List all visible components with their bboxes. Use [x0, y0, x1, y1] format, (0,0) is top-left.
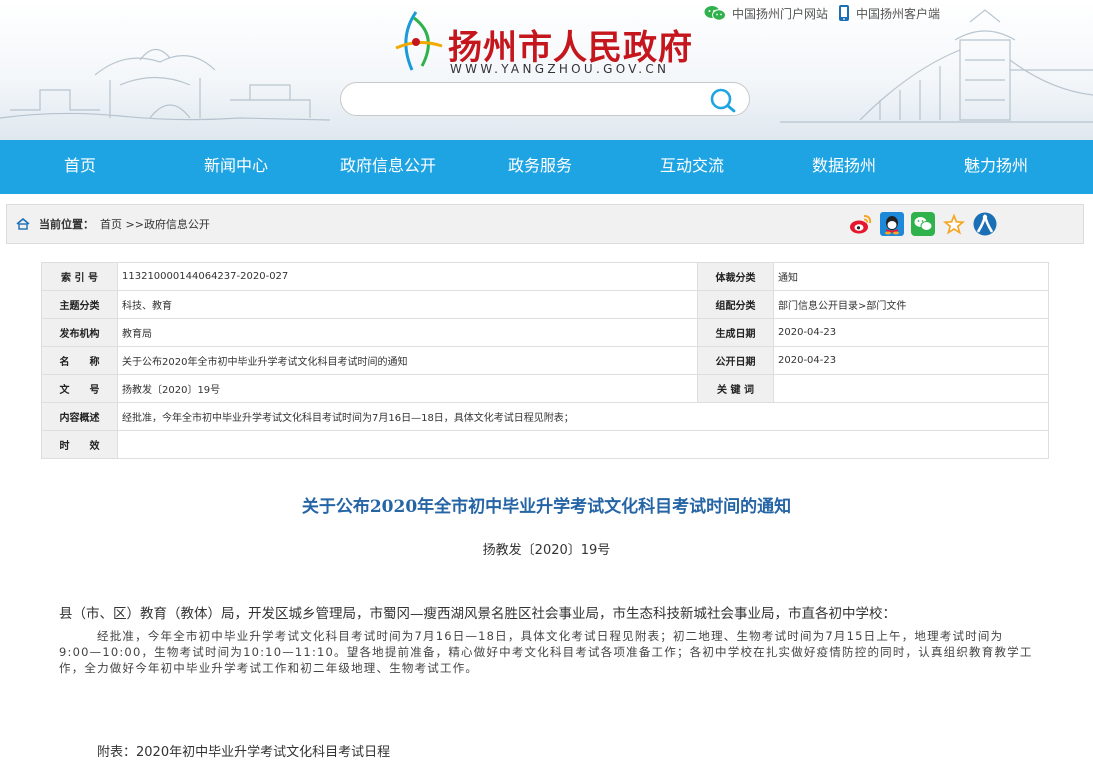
meta-validity-value: [117, 430, 1049, 459]
breadcrumb-label: 当前位置：: [39, 218, 94, 231]
meta-genre-label: 体裁分类: [697, 262, 774, 291]
breadcrumb: 当前位置： 首页 >>政府信息公开: [6, 204, 1084, 244]
table-row: 文 号 扬教发〔2020〕19号 关 键 词: [41, 374, 1049, 403]
meta-index-label: 索 引 号: [41, 262, 118, 291]
meta-created-value: 2020-04-23: [773, 318, 1049, 347]
meta-name-label: 名 称: [41, 346, 118, 375]
portal-link-label: 中国扬州门户网站: [732, 6, 829, 21]
meta-group-value: 部门信息公开目录>部门文件: [773, 290, 1049, 319]
table-row: 发布机构 教育局 生成日期 2020-04-23: [41, 318, 1049, 347]
meta-public-label: 公开日期: [697, 346, 774, 375]
meta-keyword-label: 关 键 词: [697, 374, 774, 403]
breadcrumb-separator: >>: [125, 218, 144, 231]
document-metadata-table: 索 引 号 113210000144064237-2020-027 体裁分类 通…: [41, 262, 1049, 459]
mobile-phone-icon: [839, 5, 850, 21]
attachment-link[interactable]: 附表：2020年初中毕业升学考试文化科目考试日程: [97, 741, 390, 760]
nav-info-disclosure[interactable]: 政府信息公开: [312, 140, 464, 194]
breadcrumb-path: 首页 >>政府信息公开: [100, 216, 210, 232]
meta-keyword-value: [773, 374, 1049, 403]
favorite-star-icon[interactable]: [942, 212, 966, 236]
nav-home[interactable]: 首页: [0, 140, 160, 194]
table-row: 内容概述 经批准，今年全市初中毕业升学考试文化科目考试时间为7月16日—18日，…: [41, 402, 1049, 431]
top-links: 中国扬州门户网站 中国扬州客户端: [704, 4, 950, 22]
nav-data[interactable]: 数据扬州: [768, 140, 920, 194]
nav-charm[interactable]: 魅力扬州: [920, 140, 1072, 194]
meta-index-value: 113210000144064237-2020-027: [117, 262, 698, 291]
table-row: 时 效: [41, 430, 1049, 459]
table-row: 主题分类 科技、教育 组配分类 部门信息公开目录>部门文件: [41, 290, 1049, 319]
share-bar: [849, 212, 1004, 236]
wechat-icon: [704, 6, 726, 21]
meta-org-label: 发布机构: [41, 318, 118, 347]
breadcrumb-info-disclosure[interactable]: 政府信息公开: [144, 218, 210, 231]
nav-services[interactable]: 政务服务: [464, 140, 616, 194]
renren-icon[interactable]: [973, 212, 997, 236]
city-emblem-icon: [395, 11, 443, 71]
article-addressee: 县（市、区）教育（教体）局，开发区城乡管理局，市蜀冈—瘦西湖风景名胜区社会事业局…: [59, 606, 896, 622]
meta-created-label: 生成日期: [697, 318, 774, 347]
main-nav: 首页 新闻中心 政府信息公开 政务服务 互动交流 数据扬州 魅力扬州: [0, 140, 1093, 194]
meta-genre-value: 通知: [773, 262, 1049, 291]
app-link[interactable]: 中国扬州客户端: [838, 4, 940, 22]
article-doc-number: 扬教发〔2020〕19号: [482, 543, 611, 558]
site-header: 扬州市人民政府 WWW.YANGZHOU.GOV.CN 中国扬州门户网站 中国扬…: [0, 0, 1093, 140]
table-row: 索 引 号 113210000144064237-2020-027 体裁分类 通…: [41, 262, 1049, 291]
meta-docno-label: 文 号: [41, 374, 118, 403]
site-logo[interactable]: 扬州市人民政府 WWW.YANGZHOU.GOV.CN: [388, 8, 708, 76]
portal-link[interactable]: 中国扬州门户网站: [704, 5, 828, 22]
meta-validity-label: 时 效: [41, 430, 118, 459]
meta-org-value: 教育局: [117, 318, 698, 347]
meta-summary-value: 经批准，今年全市初中毕业升学考试文化科目考试时间为7月16日—18日，具体文化考…: [117, 402, 1049, 431]
breadcrumb-home[interactable]: 首页: [100, 218, 122, 231]
app-link-label: 中国扬州客户端: [856, 6, 941, 21]
meta-docno-value: 扬教发〔2020〕19号: [117, 374, 698, 403]
home-icon: [16, 218, 30, 230]
nav-news[interactable]: 新闻中心: [160, 140, 312, 194]
table-row: 名 称 关于公布2020年全市初中毕业升学考试文化科目考试时间的通知 公开日期 …: [41, 346, 1049, 375]
meta-topic-value: 科技、教育: [117, 290, 698, 319]
meta-topic-label: 主题分类: [41, 290, 118, 319]
meta-name-value: 关于公布2020年全市初中毕业升学考试文化科目考试时间的通知: [117, 346, 698, 375]
meta-summary-label: 内容概述: [41, 402, 118, 431]
meta-group-label: 组配分类: [697, 290, 774, 319]
search-input[interactable]: [357, 89, 697, 111]
search-box: [340, 82, 750, 116]
article-title: 关于公布2020年全市初中毕业升学考试文化科目考试时间的通知: [301, 497, 792, 517]
qq-icon[interactable]: [880, 212, 904, 236]
meta-public-value: 2020-04-23: [773, 346, 1049, 375]
site-url: WWW.YANGZHOU.GOV.CN: [450, 62, 670, 76]
search-icon[interactable]: [709, 87, 737, 113]
weibo-icon[interactable]: [849, 212, 873, 236]
article-body: 经批准，今年全市初中毕业升学考试文化科目考试时间为7月16日—18日，具体文化考…: [59, 629, 1033, 675]
nav-interaction[interactable]: 互动交流: [616, 140, 768, 194]
wechat-share-icon[interactable]: [911, 212, 935, 236]
